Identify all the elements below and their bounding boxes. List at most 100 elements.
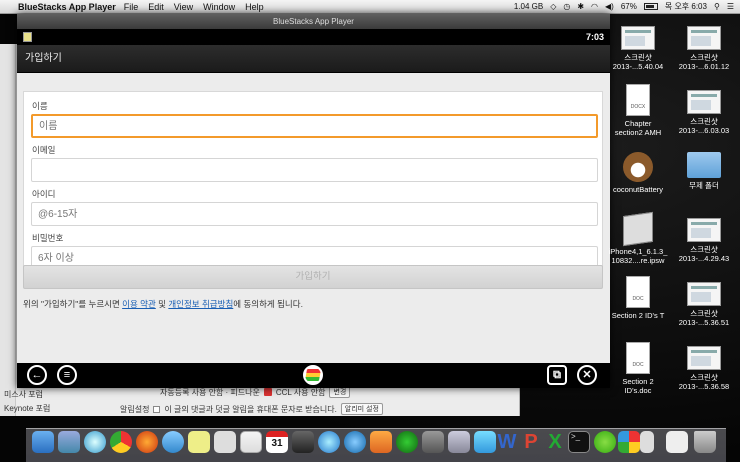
chrome-icon[interactable] <box>110 431 132 453</box>
menu-file[interactable]: File <box>124 2 139 12</box>
signup-button[interactable]: 가입하기 <box>23 265 603 289</box>
android-status-bar: 7:03 <box>17 29 610 45</box>
word-icon[interactable]: W <box>496 431 518 453</box>
excel-icon[interactable]: X <box>544 431 566 453</box>
menu-edit[interactable]: Edit <box>148 2 164 12</box>
address-book-icon[interactable] <box>240 431 262 453</box>
bluestacks-dock-icon[interactable] <box>396 431 418 453</box>
settings-tools-icon[interactable]: ✕ <box>577 365 597 385</box>
window-title: BlueStacks App Player <box>273 17 354 26</box>
terms-prefix: 위의 "가입하기"를 누르시면 <box>23 299 123 309</box>
screenshot-thumb-icon <box>687 26 721 50</box>
stickies-icon[interactable] <box>188 431 210 453</box>
android-clock: 7:03 <box>585 32 604 42</box>
icon-label: Section 2 <box>622 377 654 386</box>
terms-notice: 위의 "가입하기"를 누르시면 이용 약관 및 개인정보 취급방침에 동의하게 … <box>23 298 303 310</box>
ccl-option: CCL 사용 안함 <box>275 387 326 397</box>
desktop-icon-screenshot-6[interactable]: 스크린샷 2013-...5.36.58 <box>672 346 736 391</box>
mail-icon[interactable] <box>214 431 236 453</box>
signup-screen: 이름 이메일 아이디 비밀번호 가입하기 위의 "가입하기"를 누르시면 이용 … <box>17 73 610 363</box>
back-arrow-icon[interactable]: ← <box>27 365 47 385</box>
document-stack-icon[interactable] <box>640 431 654 453</box>
icon-label: coconutBattery <box>612 185 664 194</box>
notify-setting-row: 알림설정 이 글의 댓글과 덧글 알림을 휴대폰 문자로 받습니다. 알리미 설… <box>120 403 383 415</box>
time-machine-icon[interactable]: ◷ <box>563 2 570 11</box>
trash-icon[interactable] <box>694 431 716 453</box>
desktop-icon-screenshot-4[interactable]: 스크린샷 2013-...4.29.43 <box>672 218 736 263</box>
spotlight-icon[interactable]: ⚲ <box>714 2 720 11</box>
menu-icon[interactable]: ≡ <box>57 365 77 385</box>
messages-icon[interactable] <box>162 431 184 453</box>
downloads-stack-icon[interactable] <box>666 431 688 453</box>
icon-label: 스크린샷 <box>690 373 718 382</box>
terms-of-use-link[interactable]: 이용 약관 <box>122 299 156 309</box>
desktop-icon-untitled-folder[interactable]: 무제 폴더 <box>672 152 736 190</box>
app-menu[interactable]: BlueStacks App Player <box>18 2 116 12</box>
email-label: 이메일 <box>32 145 56 155</box>
side-item-forum[interactable]: 미스사 포럼 <box>4 389 43 400</box>
desktop-icon-screenshot-5[interactable]: 스크린샷 2013-...5.36.51 <box>672 282 736 327</box>
bluestacks-home-icon[interactable] <box>303 365 323 385</box>
launchpad-icon[interactable] <box>58 431 80 453</box>
wifi-icon[interactable]: ◠ <box>591 2 598 11</box>
bluestacks-launcher-icon[interactable] <box>618 431 640 453</box>
ibooks-icon[interactable] <box>370 431 392 453</box>
icon-sublabel: 2013-...5.36.51 <box>678 318 730 327</box>
menu-help[interactable]: Help <box>245 2 264 12</box>
battery-icon <box>643 3 658 10</box>
terminal-icon[interactable]: >_ <box>568 431 590 453</box>
folder-icon <box>687 152 721 178</box>
password-label: 비밀번호 <box>32 233 64 243</box>
utorrent-icon[interactable] <box>594 431 616 453</box>
window-titlebar[interactable]: BlueStacks App Player <box>17 14 610 29</box>
action-bar: 가입하기 <box>17 45 610 73</box>
itunes-icon[interactable] <box>318 431 340 453</box>
side-item-keynote[interactable]: Keynote 포럼 <box>4 403 50 414</box>
menu-view[interactable]: View <box>174 2 193 12</box>
memory-status[interactable]: 1.04 GB <box>514 2 543 11</box>
bluestacks-nav-bar: ← ≡ ⧉ ✕ <box>17 363 610 388</box>
bluetooth-icon[interactable]: ✱ <box>577 2 584 11</box>
multitask-icon[interactable]: ⧉ <box>547 365 567 385</box>
desktop-icon-section2-doc[interactable]: DOC Section 2 ID's.doc <box>606 342 670 395</box>
powerpoint-icon[interactable]: P <box>520 431 542 453</box>
notify-label: 알림설정 <box>120 404 150 414</box>
signup-form: 이름 이메일 아이디 비밀번호 <box>23 91 603 278</box>
screenshot-thumb-icon <box>621 26 655 50</box>
menu-window[interactable]: Window <box>203 2 235 12</box>
icon-sublabel: 2013-...5.36.58 <box>678 382 730 391</box>
safari-icon[interactable] <box>84 431 106 453</box>
clock[interactable]: 목 오후 6:03 <box>665 1 707 12</box>
desktop-icon-chapter-doc[interactable]: DOCX Chapter section2 AMH <box>606 84 670 137</box>
desktop-icon-screenshot-2[interactable]: 스크린샷 2013-...6.01.12 <box>672 26 736 71</box>
name-input[interactable] <box>31 114 598 138</box>
docx-file-icon: DOCX <box>626 84 650 116</box>
email-input[interactable] <box>31 158 598 182</box>
photo-booth-icon[interactable] <box>292 431 314 453</box>
privacy-policy-link[interactable]: 개인정보 취급방침 <box>168 299 233 309</box>
finder-icon[interactable] <box>32 431 54 453</box>
desktop-icon-coconutbattery[interactable]: coconutBattery <box>606 152 670 194</box>
preview-icon[interactable] <box>474 431 496 453</box>
firefox-icon[interactable] <box>136 431 158 453</box>
desktop-icon-screenshot-1[interactable]: 스크린샷 2013-...5.40.04 <box>606 26 670 71</box>
app-store-icon[interactable] <box>344 431 366 453</box>
dropbox-icon[interactable]: ◇ <box>550 2 556 11</box>
home-layer-icon <box>305 369 321 381</box>
system-preferences-icon[interactable] <box>422 431 444 453</box>
battery-percent[interactable]: 67% <box>621 2 637 11</box>
icon-label: 무제 폴더 <box>689 181 719 190</box>
screenshot-thumb-icon <box>687 282 721 306</box>
notification-center-icon[interactable]: ☰ <box>727 2 734 11</box>
desktop-icon-section2-t[interactable]: DOC Section 2 ID's T <box>606 276 670 320</box>
notifier-settings-button[interactable]: 알리미 설정 <box>340 403 383 415</box>
id-input[interactable] <box>31 202 598 226</box>
desktop-icon-ipsw[interactable]: iPhone4,1_6.1.3_ 10832....re.ipsw <box>606 211 670 265</box>
calendar-icon[interactable]: 31 <box>266 431 288 453</box>
volume-icon[interactable]: ◀) <box>605 2 614 11</box>
notify-checkbox[interactable] <box>153 405 161 413</box>
icon-sublabel: 2013-...6.03.03 <box>678 126 730 135</box>
app-icon-grid[interactable] <box>448 431 470 453</box>
icon-sublabel: 2013-...6.01.12 <box>678 62 730 71</box>
desktop-icon-screenshot-3[interactable]: 스크린샷 2013-...6.03.03 <box>672 90 736 135</box>
